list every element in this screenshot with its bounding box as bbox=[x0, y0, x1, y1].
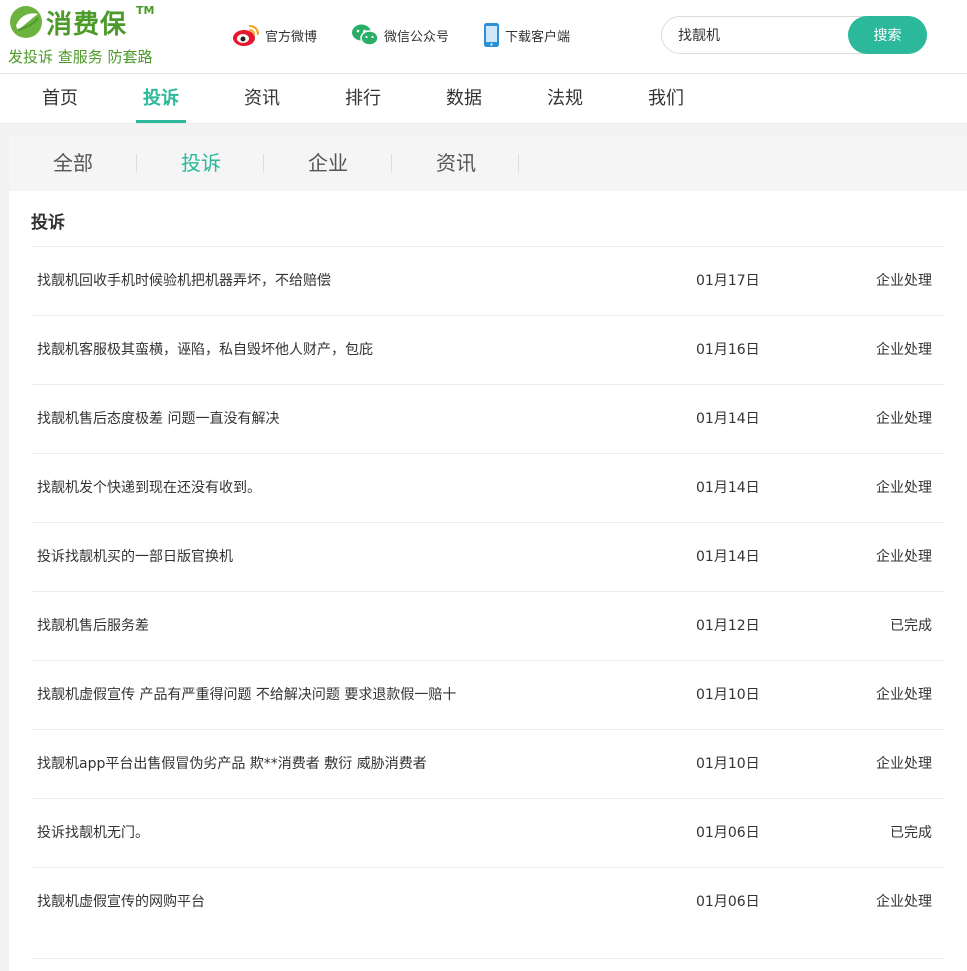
complaint-title[interactable]: 投诉找靓机买的一部日版官换机 bbox=[37, 523, 233, 592]
wechat-icon bbox=[351, 23, 379, 47]
logo-slogan: 发投诉 查服务 防套路 bbox=[8, 48, 153, 66]
complaint-row[interactable]: 投诉找靓机无门。 01月06日 已完成 bbox=[31, 799, 944, 868]
complaint-row[interactable]: 找靓机发个快递到现在还没有收到。 01月14日 企业处理 bbox=[31, 454, 944, 523]
complaint-date: 01月14日 bbox=[696, 480, 760, 496]
result-type-tabs: 全部 投诉 企业 资讯 bbox=[9, 136, 967, 191]
weibo-label: 官方微博 bbox=[265, 29, 318, 45]
section-title: 投诉 bbox=[31, 213, 65, 233]
tab-companies[interactable]: 企业 bbox=[264, 136, 392, 191]
nav-active-indicator bbox=[136, 120, 186, 123]
complaint-list: 找靓机回收手机时候验机把机器弄坏，不给赔偿 01月17日 企业处理 找靓机客服极… bbox=[31, 247, 944, 959]
tab-news[interactable]: 资讯 bbox=[392, 136, 520, 191]
complaint-date: 01月17日 bbox=[696, 273, 760, 289]
complaint-title[interactable]: 找靓机app平台出售假冒伪劣产品 欺**消费者 敷衍 威胁消费者 bbox=[37, 730, 427, 799]
download-app-label: 下载客户端 bbox=[505, 29, 571, 45]
search-input[interactable] bbox=[678, 17, 848, 53]
nav-item-laws[interactable]: 法规 bbox=[533, 74, 597, 124]
wechat-link[interactable]: 微信公众号 bbox=[351, 22, 449, 48]
complaint-date: 01月06日 bbox=[696, 894, 760, 910]
complaint-date: 01月12日 bbox=[696, 618, 760, 634]
complaint-status: 企业处理 bbox=[876, 687, 932, 703]
wechat-label: 微信公众号 bbox=[384, 29, 450, 45]
logo-name: 消费保 bbox=[46, 10, 128, 40]
nav-item-complaints[interactable]: 投诉 bbox=[129, 74, 193, 124]
download-app-link[interactable]: 下载客户端 bbox=[483, 22, 570, 48]
tab-complaints[interactable]: 投诉 bbox=[137, 136, 265, 191]
tab-divider bbox=[518, 154, 519, 173]
complaint-status: 企业处理 bbox=[876, 894, 932, 910]
complaint-row[interactable]: 找靓机虚假宣传的网购平台 01月06日 企业处理 bbox=[31, 868, 944, 959]
complaint-date: 01月16日 bbox=[696, 342, 760, 358]
complaint-title[interactable]: 找靓机虚假宣传 产品有严重得问题 不给解决问题 要求退款假一赔十 bbox=[37, 661, 456, 730]
weibo-link[interactable]: 官方微博 bbox=[232, 22, 317, 48]
complaint-title[interactable]: 找靓机回收手机时候验机把机器弄坏，不给赔偿 bbox=[37, 247, 331, 316]
weibo-icon bbox=[232, 23, 260, 47]
complaint-row[interactable]: 找靓机app平台出售假冒伪劣产品 欺**消费者 敷衍 威胁消费者 01月10日 … bbox=[31, 730, 944, 799]
site-header: 消费保 TM 发投诉 查服务 防套路 官方微博 微信公众号 下载客户端 找靓机 … bbox=[0, 0, 967, 74]
complaint-title[interactable]: 找靓机售后态度极差 问题一直没有解决 bbox=[37, 385, 279, 454]
complaint-date: 01月06日 bbox=[696, 825, 760, 841]
site-logo[interactable]: 消费保 TM 发投诉 查服务 防套路 bbox=[8, 4, 178, 70]
results-panel: 全部 投诉 企业 资讯 投诉 找靓机回收手机时候验机把机器弄坏，不给赔偿 01月… bbox=[9, 136, 967, 971]
complaint-status: 企业处理 bbox=[876, 273, 932, 289]
phone-icon bbox=[483, 22, 500, 48]
complaint-date: 01月14日 bbox=[696, 549, 760, 565]
nav-item-home[interactable]: 首页 bbox=[28, 74, 92, 124]
complaint-row[interactable]: 找靓机客服极其蛮横，诬陷，私自毁坏他人财产，包庇 01月16日 企业处理 bbox=[31, 316, 944, 385]
complaint-title[interactable]: 找靓机客服极其蛮横，诬陷，私自毁坏他人财产，包庇 bbox=[37, 316, 373, 385]
complaint-date: 01月14日 bbox=[696, 411, 760, 427]
complaint-status: 企业处理 bbox=[876, 342, 932, 358]
nav-item-data[interactable]: 数据 bbox=[432, 74, 496, 124]
main-nav: 首页 投诉 资讯 排行 数据 法规 我们 bbox=[0, 74, 967, 124]
search-box: 搜索 bbox=[661, 16, 927, 54]
complaint-row[interactable]: 投诉找靓机买的一部日版官换机 01月14日 企业处理 bbox=[31, 523, 944, 592]
complaint-row[interactable]: 找靓机回收手机时候验机把机器弄坏，不给赔偿 01月17日 企业处理 bbox=[31, 247, 944, 316]
complaint-row[interactable]: 找靓机虚假宣传 产品有严重得问题 不给解决问题 要求退款假一赔十 01月10日 … bbox=[31, 661, 944, 730]
logo-trademark: TM bbox=[136, 4, 155, 17]
complaint-status: 企业处理 bbox=[876, 549, 932, 565]
complaint-row[interactable]: 找靓机售后态度极差 问题一直没有解决 01月14日 企业处理 bbox=[31, 385, 944, 454]
complaint-row[interactable]: 找靓机售后服务差 01月12日 已完成 bbox=[31, 592, 944, 661]
complaint-date: 01月10日 bbox=[696, 756, 760, 772]
complaint-title[interactable]: 找靓机虚假宣传的网购平台 bbox=[37, 868, 205, 937]
complaint-status: 已完成 bbox=[890, 825, 932, 841]
nav-item-news[interactable]: 资讯 bbox=[230, 74, 294, 124]
complaint-date: 01月10日 bbox=[696, 687, 760, 703]
complaint-status: 企业处理 bbox=[876, 756, 932, 772]
logo-leaf-icon bbox=[10, 6, 42, 38]
complaint-status: 已完成 bbox=[890, 618, 932, 634]
nav-item-about[interactable]: 我们 bbox=[634, 74, 698, 124]
search-button[interactable]: 搜索 bbox=[848, 16, 927, 54]
complaint-title[interactable]: 投诉找靓机无门。 bbox=[37, 799, 149, 868]
tab-all[interactable]: 全部 bbox=[9, 136, 137, 191]
complaint-title[interactable]: 找靓机发个快递到现在还没有收到。 bbox=[37, 454, 261, 523]
complaint-status: 企业处理 bbox=[876, 480, 932, 496]
complaint-title[interactable]: 找靓机售后服务差 bbox=[37, 592, 149, 661]
nav-item-ranking[interactable]: 排行 bbox=[331, 74, 395, 124]
complaint-status: 企业处理 bbox=[876, 411, 932, 427]
